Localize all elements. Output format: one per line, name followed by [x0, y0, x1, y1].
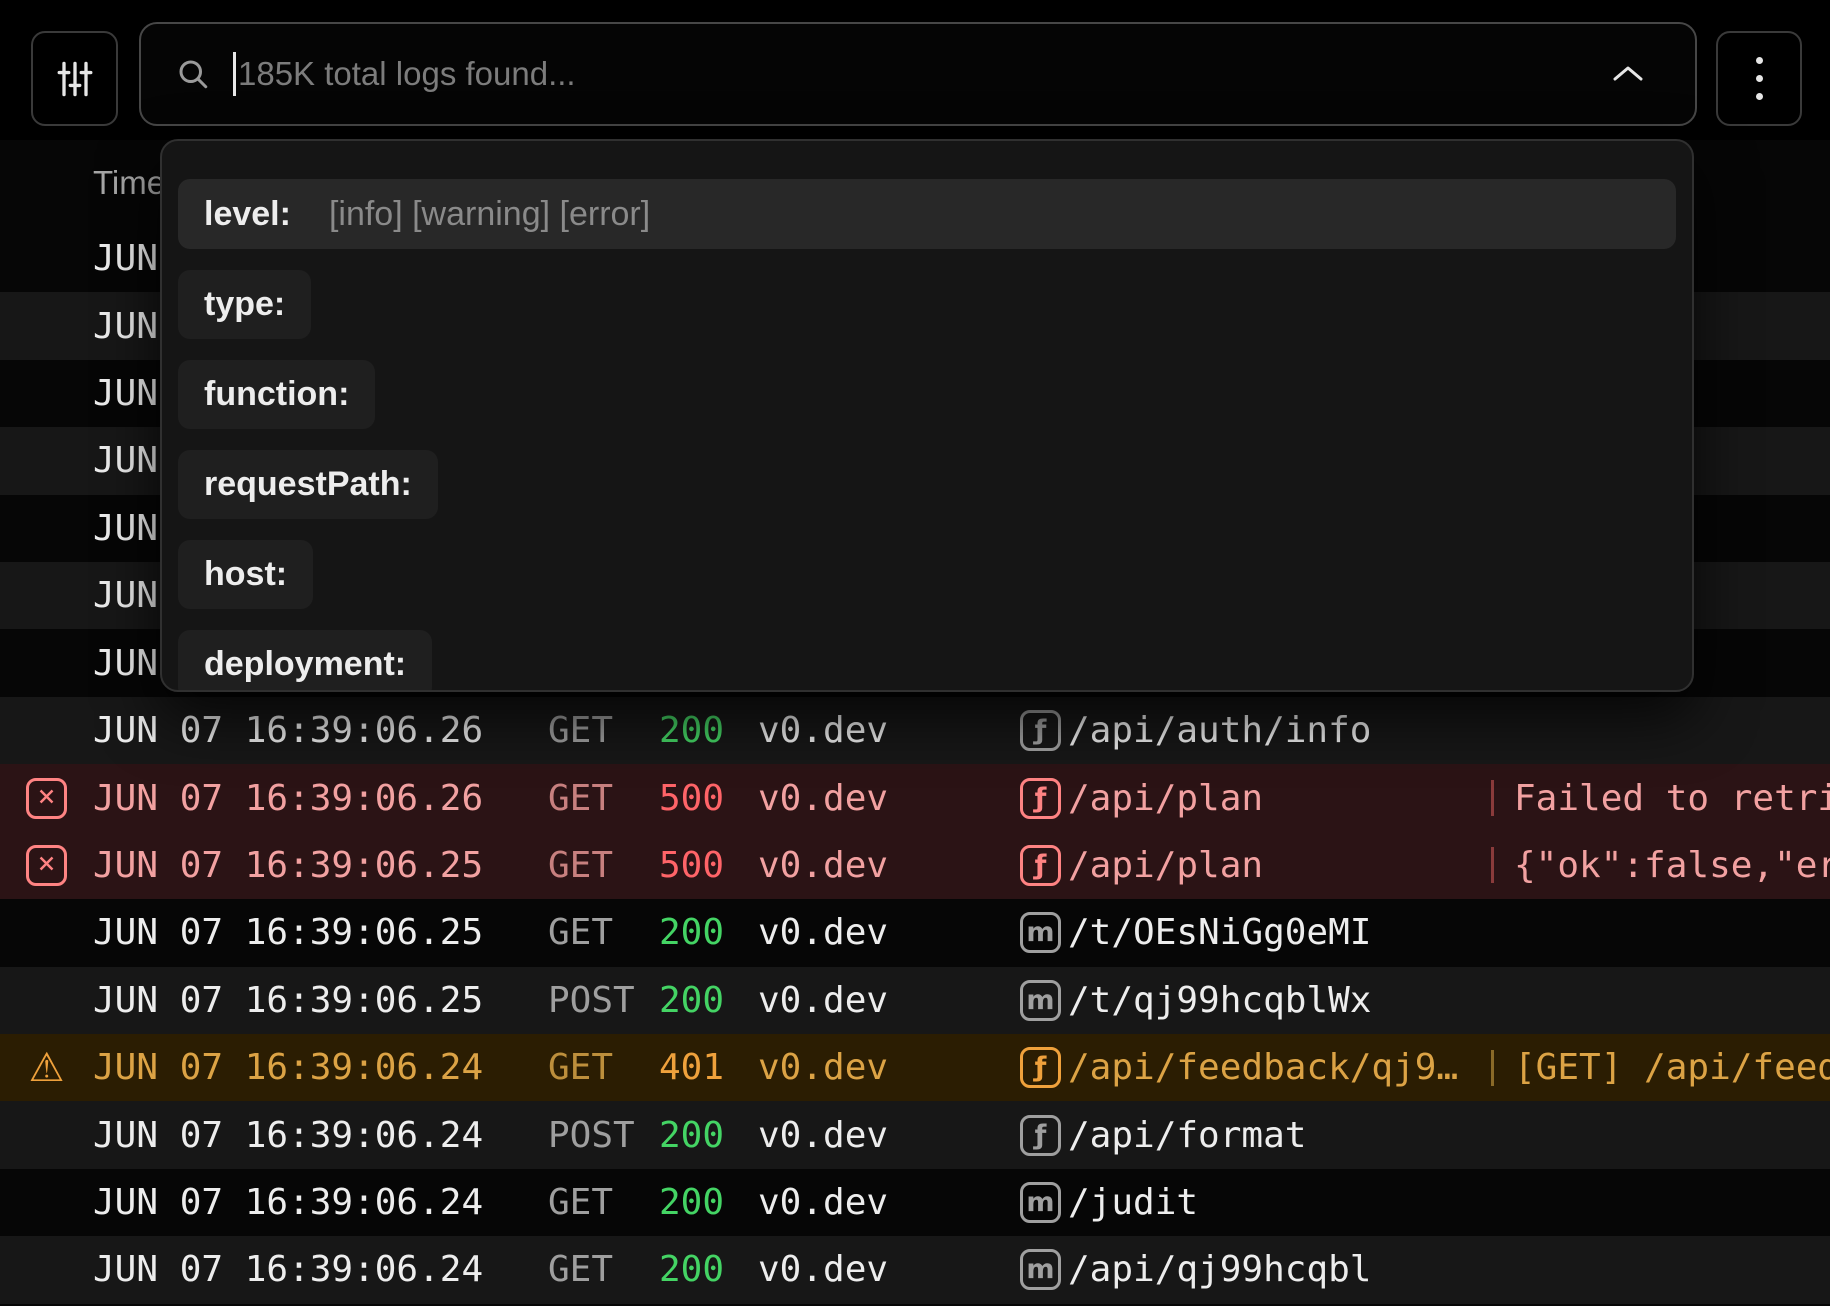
- suggestion-item[interactable]: function:: [178, 359, 1676, 429]
- level-status-icon: [29, 1045, 65, 1091]
- log-time: JUN 07 16:39:06.24: [93, 1249, 548, 1290]
- log-time: JUN 07 16:39:06.25: [93, 912, 548, 953]
- suggestion-label: requestPath:: [178, 450, 438, 519]
- function-icon: ƒ: [1020, 1047, 1061, 1088]
- log-message: {"ok":false,"error":{"messa: [1491, 845, 1830, 886]
- log-row[interactable]: JUN 07 16:39:06.24 GET 401 v0.dev ƒ /api…: [0, 1034, 1830, 1101]
- log-row[interactable]: JUN 07 16:39:06.24 GET 200 v0.dev m /api…: [0, 1236, 1830, 1303]
- log-time: JUN 07 16:39:06.26: [93, 710, 548, 751]
- log-method: GET: [548, 912, 659, 953]
- log-method: POST: [548, 980, 659, 1021]
- log-host: v0.dev: [758, 1047, 1013, 1088]
- log-row[interactable]: JUN 07 16:39:06.26 GET 200 v0.dev ƒ /api…: [0, 697, 1830, 764]
- log-row[interactable]: JUN 07 16:39:06.24 POST 200 v0.dev ƒ /ap…: [0, 1101, 1830, 1168]
- log-status-code: 401: [659, 1047, 758, 1088]
- log-request-path: /t/qj99hcqblWx: [1068, 980, 1491, 1021]
- middleware-icon: m: [1020, 912, 1061, 953]
- middleware-icon: m: [1020, 980, 1061, 1021]
- log-time: JUN 07 16:39:06.24: [93, 1182, 548, 1223]
- column-header-time: Time: [93, 164, 165, 202]
- log-time: JUN 07 16:39:06.26: [93, 778, 548, 819]
- search-icon: [175, 56, 211, 92]
- suggestion-label: host:: [178, 540, 313, 609]
- log-status-code: 200: [659, 980, 758, 1021]
- log-status-code: 200: [659, 912, 758, 953]
- function-icon: ƒ: [1020, 778, 1061, 819]
- middleware-icon: m: [1020, 1182, 1061, 1223]
- log-host: v0.dev: [758, 980, 1013, 1021]
- suggestion-item[interactable]: level: [info] [warning] [error]: [178, 179, 1676, 249]
- function-icon: ƒ: [1020, 710, 1061, 751]
- log-row[interactable]: JUN 07 16:39:06.25 GET 200 v0.dev m /t/O…: [0, 899, 1830, 966]
- suggestion-label: deployment:: [178, 630, 432, 693]
- level-status-icon: [26, 778, 67, 819]
- text-caret: [233, 52, 236, 96]
- log-host: v0.dev: [758, 1182, 1013, 1223]
- log-method: GET: [548, 1182, 659, 1223]
- suggestion-item[interactable]: host:: [178, 539, 1676, 609]
- log-request-path: /judit: [1068, 1182, 1491, 1223]
- kebab-menu-icon: [1756, 57, 1763, 100]
- log-request-path: /t/OEsNiGg0eMI: [1068, 912, 1491, 953]
- log-row[interactable]: JUN 07 16:39:06.26 GET 500 v0.dev ƒ /api…: [0, 764, 1830, 831]
- suggestion-item[interactable]: requestPath:: [178, 449, 1676, 519]
- log-status-code: 500: [659, 778, 758, 819]
- log-status-code: 500: [659, 845, 758, 886]
- log-time: JUN 07 16:39:06.25: [93, 845, 548, 886]
- log-method: POST: [548, 1115, 659, 1156]
- toolbar: 185K total logs found...: [0, 0, 1830, 140]
- log-status-code: 200: [659, 1249, 758, 1290]
- log-request-path: /api/auth/info: [1068, 710, 1491, 751]
- log-status-code: 200: [659, 1115, 758, 1156]
- log-time: JUN 07 16:39:06.24: [93, 1047, 548, 1088]
- log-request-path: /api/qj99hcqbl: [1068, 1249, 1491, 1290]
- suggestion-label: type:: [178, 270, 311, 339]
- log-time: JUN 07 16:39:06.24: [93, 1115, 548, 1156]
- log-method: GET: [548, 1249, 659, 1290]
- log-list: JUN 07 16:39:06.26 GET 200 v0.dev ƒ /api…: [0, 697, 1830, 1304]
- message-divider: [1491, 1050, 1494, 1086]
- log-request-path: /api/feedback/qj9…: [1068, 1047, 1491, 1088]
- search-suggestions-dropdown: level: [info] [warning] [error] type: fu…: [160, 139, 1694, 692]
- filter-button[interactable]: [31, 31, 118, 126]
- message-divider: [1491, 780, 1494, 816]
- log-method: GET: [548, 845, 659, 886]
- function-icon: ƒ: [1020, 845, 1061, 886]
- log-time: JUN 07 16:39:06.25: [93, 980, 548, 1021]
- log-method: GET: [548, 778, 659, 819]
- log-method: GET: [548, 710, 659, 751]
- collapse-suggestions-button[interactable]: [1595, 52, 1661, 96]
- log-host: v0.dev: [758, 912, 1013, 953]
- suggestion-item[interactable]: type:: [178, 269, 1676, 339]
- log-method: GET: [548, 1047, 659, 1088]
- chevron-up-icon: [1609, 62, 1647, 86]
- log-request-path: /api/plan: [1068, 778, 1491, 819]
- log-host: v0.dev: [758, 778, 1013, 819]
- log-host: v0.dev: [758, 1115, 1013, 1156]
- log-row[interactable]: JUN 07 16:39:06.25 POST 200 v0.dev m /t/…: [0, 967, 1830, 1034]
- log-row[interactable]: JUN 07 16:39:06.24 GET 200 v0.dev m /jud…: [0, 1169, 1830, 1236]
- log-host: v0.dev: [758, 710, 1013, 751]
- search-placeholder: 185K total logs found...: [238, 55, 576, 93]
- log-host: v0.dev: [758, 845, 1013, 886]
- suggestion-label: level:: [204, 195, 291, 234]
- sliders-icon: [53, 57, 97, 101]
- function-icon: ƒ: [1020, 1115, 1061, 1156]
- log-message: [GET] /api/feedback/qj99hcq: [1491, 1047, 1830, 1088]
- log-row[interactable]: JUN 07 16:39:06.25 GET 500 v0.dev ƒ /api…: [0, 832, 1830, 899]
- log-status-code: 200: [659, 1182, 758, 1223]
- log-status-code: 200: [659, 710, 758, 751]
- log-request-path: /api/format: [1068, 1115, 1491, 1156]
- message-divider: [1491, 847, 1494, 883]
- middleware-icon: m: [1020, 1249, 1061, 1290]
- search-input[interactable]: 185K total logs found...: [139, 22, 1697, 126]
- suggestion-label: function:: [178, 360, 375, 429]
- log-request-path: /api/plan: [1068, 845, 1491, 886]
- suggestion-item[interactable]: deployment:: [178, 629, 1676, 692]
- level-status-icon: [26, 845, 67, 886]
- log-message: Failed to retrieve billing: [1491, 778, 1830, 819]
- suggestion-hint: [info] [warning] [error]: [329, 195, 650, 234]
- overflow-menu-button[interactable]: [1716, 31, 1802, 126]
- log-host: v0.dev: [758, 1249, 1013, 1290]
